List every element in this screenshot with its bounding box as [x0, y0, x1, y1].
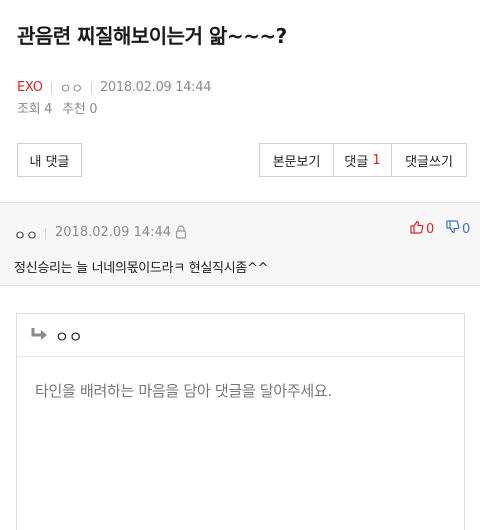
- comments-count: 1: [372, 152, 381, 168]
- comments-label: 댓글: [344, 154, 369, 170]
- post-stats: 조회 4 추천 0: [17, 98, 98, 117]
- comment-text: 정신승리는 늘 너네의몫이드라ㅋ 현실직시좀^^: [14, 261, 269, 276]
- comment-write-box: ㅇㅇ 타인을 배려하는 마음을 담아 댓글을 달아주세요.: [16, 313, 465, 530]
- post-datetime: 2018.02.09 14:44: [99, 80, 212, 95]
- upvote-button[interactable]: 0: [410, 220, 434, 238]
- post-title: 관음련 찌질해보이는거 앎~~~?: [17, 24, 287, 48]
- thumbs-down-icon: [446, 220, 460, 238]
- my-comments-button[interactable]: 내 댓글: [17, 143, 82, 177]
- downvote-button[interactable]: 0: [446, 220, 470, 238]
- divider: [90, 81, 92, 94]
- post-author: ㅇㅇ: [59, 82, 84, 97]
- comments-button[interactable]: 댓글 1: [334, 144, 392, 176]
- reply-arrow-icon: [30, 327, 48, 343]
- comment-author: ㅇㅇ: [14, 229, 38, 244]
- write-comment-button[interactable]: 댓글쓰기: [392, 144, 466, 176]
- comment-toolbar: 본문보기 댓글 1 댓글쓰기: [259, 143, 467, 177]
- divider: [50, 81, 52, 94]
- comment-datetime: 2018.02.09 14:44: [55, 225, 172, 240]
- downvote-count: 0: [462, 221, 471, 237]
- lock-icon[interactable]: [175, 224, 187, 239]
- thumbs-up-icon: [410, 220, 424, 238]
- upvote-count: 0: [426, 221, 435, 237]
- post-recommends: 추천 0: [62, 102, 98, 117]
- comment-input[interactable]: 타인을 배려하는 마음을 담아 댓글을 달아주세요.: [35, 380, 332, 401]
- write-header: ㅇㅇ: [17, 314, 464, 357]
- post-meta: EXO ㅇㅇ 2018.02.09 14:44: [17, 78, 211, 97]
- post-category[interactable]: EXO: [17, 80, 43, 95]
- view-post-button[interactable]: 본문보기: [260, 144, 334, 176]
- divider: [45, 228, 46, 240]
- post-views: 조회 4: [17, 102, 53, 117]
- comment-item: ㅇㅇ 2018.02.09 14:44 0 0 정신승리는 늘 너네의몫이드라ㅋ…: [0, 202, 480, 286]
- write-user-name: ㅇㅇ: [55, 328, 83, 346]
